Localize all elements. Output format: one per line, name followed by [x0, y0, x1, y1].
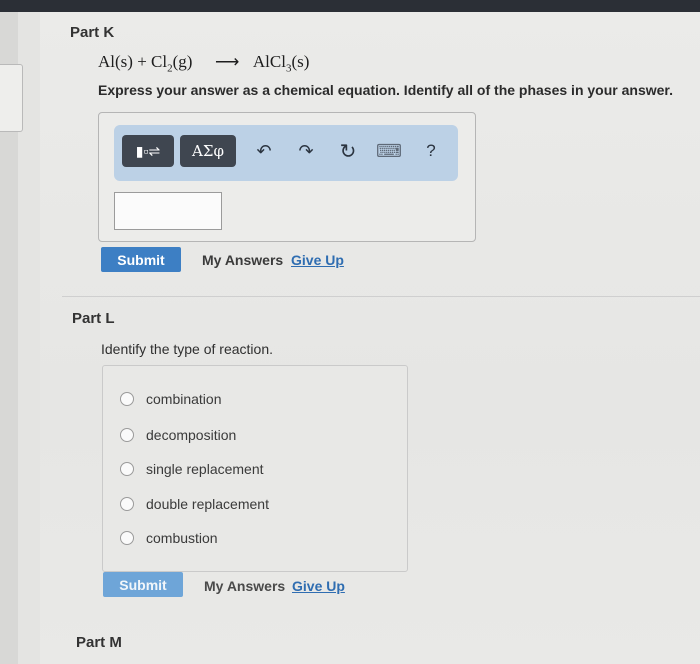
reset-icon[interactable]: ↻ [336, 137, 360, 165]
chemical-equation: Al(s) + Cl2(g) ⟶ AlCl3(s) [98, 52, 309, 74]
template-icon: ▮▫⇌ [135, 142, 161, 159]
option-label: single replacement [146, 461, 264, 477]
option-decomposition[interactable]: decomposition [120, 425, 236, 445]
radio-button[interactable] [120, 428, 134, 442]
part-k-title: Part K [70, 24, 115, 41]
part-l-submit-button[interactable]: Submit [103, 572, 183, 597]
option-combination[interactable]: combination [120, 389, 222, 409]
option-label: decomposition [146, 427, 237, 443]
radio-button[interactable] [120, 462, 134, 476]
radio-button[interactable] [120, 531, 134, 545]
option-double-replacement[interactable]: double replacement [120, 494, 269, 514]
option-label: combination [146, 391, 222, 407]
part-k-my-answers-link[interactable]: My Answers [202, 252, 283, 268]
template-button[interactable]: ▮▫⇌ [122, 135, 174, 167]
part-l-title: Part L [72, 310, 115, 327]
part-k-submit-button[interactable]: Submit [101, 247, 181, 272]
option-single-replacement[interactable]: single replacement [120, 459, 264, 479]
reaction-arrow: ⟶ [214, 52, 240, 71]
answer-input[interactable] [114, 192, 222, 230]
part-m-title: Part M [76, 634, 122, 651]
top-bar [0, 0, 700, 12]
keyboard-icon[interactable]: ⌨ [376, 137, 402, 165]
option-label: combustion [146, 530, 218, 546]
greek-symbols-label: ΑΣφ [192, 142, 224, 160]
reactant-aluminum: Al(s) [98, 52, 133, 71]
part-l-question: Identify the type of reaction. [101, 341, 273, 357]
option-label: double replacement [146, 496, 269, 512]
sidebar-tab[interactable] [0, 64, 23, 132]
radio-button[interactable] [120, 497, 134, 511]
radio-button[interactable] [120, 392, 134, 406]
plus-sign: + [137, 52, 147, 71]
equation-toolbar: ▮▫⇌ ΑΣφ ↶ ↷ ↻ ⌨ ? [114, 125, 458, 181]
undo-icon[interactable]: ↶ [252, 137, 276, 165]
redo-icon[interactable]: ↷ [294, 137, 318, 165]
part-l-my-answers-link[interactable]: My Answers [204, 578, 285, 594]
reactant-chlorine: Cl2(g) [151, 52, 193, 75]
option-combustion[interactable]: combustion [120, 528, 218, 548]
product-aluminum-chloride: AlCl3(s) [252, 52, 310, 75]
section-divider [62, 296, 700, 297]
part-k-instruction: Express your answer as a chemical equati… [98, 82, 673, 98]
part-l-give-up-link[interactable]: Give Up [292, 578, 345, 594]
part-k-give-up-link[interactable]: Give Up [291, 252, 344, 268]
help-icon[interactable]: ? [420, 137, 442, 165]
greek-symbols-button[interactable]: ΑΣφ [180, 135, 236, 167]
